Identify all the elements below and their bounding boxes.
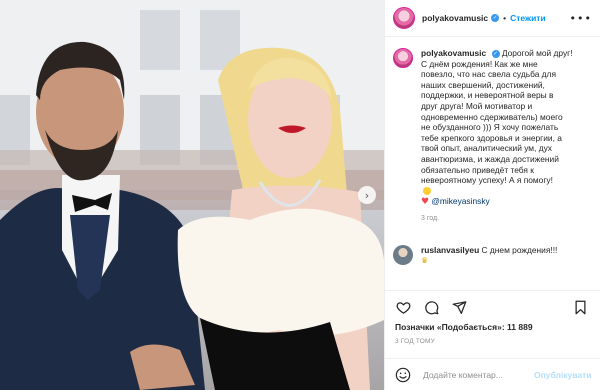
post-photo[interactable]: › [0, 0, 384, 390]
caption-line: повезло, что нас свела судьба для [421, 69, 556, 80]
bookmark-icon[interactable] [572, 300, 588, 316]
post-sidebar: polyakovamusic ✓ • Стежити ••• polyakova… [384, 0, 600, 390]
username-link[interactable]: polyakovamusic [422, 13, 488, 23]
verified-badge-icon: ✓ [491, 50, 500, 58]
caption-text: Дорогой мой друг! С днём рождения! Как же… [421, 48, 588, 196]
comment-input[interactable] [423, 369, 534, 380]
emoji-icon[interactable] [395, 367, 411, 383]
avatar[interactable] [393, 244, 413, 265]
mention-link[interactable]: @mikeyasinsky [431, 196, 489, 206]
list-item: ruslanvasilyeu С днем рождения!!! ♛ [393, 244, 588, 266]
verified-badge-icon: ✓ [491, 14, 500, 22]
photo-illustration [0, 0, 384, 390]
caption-line: невероятному успеху! А я помогу! [421, 175, 553, 186]
share-icon[interactable] [451, 300, 467, 316]
post-timestamp: 3 ГОД ТОМУ [395, 338, 435, 345]
caption-timestamp: 3 год. [421, 214, 440, 222]
comment-username[interactable]: ruslanvasilyeu [421, 245, 479, 255]
action-bar [385, 290, 600, 318]
caption-line: С днём рождения! Как же мне [421, 58, 538, 69]
caption-line: поддержки, и невероятной веры в [421, 90, 554, 101]
publish-button[interactable]: Опублікувати [534, 370, 591, 380]
caption-line: авантюризма, и жажда достижений [421, 153, 559, 164]
caption-line: друг друга! Мой мотиватор и [421, 100, 533, 111]
next-photo-icon[interactable]: › [358, 186, 376, 204]
comment-text: С днем рождения!!! [481, 244, 558, 255]
caption-line: твой опыт, аналитический ум, дух [421, 143, 552, 154]
caption-line: одновременно сдерживатель) моего [421, 111, 563, 122]
crown-emoji-icon: ♛ [421, 255, 429, 265]
smile-emoji-icon [423, 186, 431, 195]
instagram-post-viewer: › polyakovamusic ✓ • Стежити ••• polyako… [0, 0, 600, 390]
post-header: polyakovamusic ✓ • Стежити ••• [385, 0, 600, 37]
comments-list[interactable]: polyakovamusic ✓ Дорогой мой друг! С днём… [385, 38, 600, 282]
comment-icon[interactable] [423, 300, 439, 316]
heart-emoji-icon: ♥ [421, 197, 430, 208]
caption-line: Дорогой мой друг! [501, 48, 573, 58]
caption-username[interactable]: polyakovamusic [421, 48, 486, 58]
avatar[interactable] [393, 48, 413, 68]
likes-count[interactable]: Позначки «Подобається»: 11 889 [395, 322, 533, 332]
more-options-icon[interactable]: ••• [570, 12, 592, 25]
caption-line: тебе крепкого здоровья и энергии, а [421, 132, 562, 143]
caption-line: обязательно приведёт тебя к [421, 164, 534, 175]
caption-line: не обузданного ))) Я хочу пожелать [421, 122, 559, 133]
separator-dot: • [503, 13, 507, 23]
follow-button[interactable]: Стежити [510, 13, 546, 23]
caption-line: наших свершений, достижений, [421, 79, 545, 90]
avatar[interactable] [393, 7, 415, 29]
caption: polyakovamusic ✓ Дорогой мой друг! С днём… [393, 48, 588, 225]
heart-icon[interactable] [395, 300, 411, 316]
add-comment-bar: Опублікувати [385, 358, 600, 390]
